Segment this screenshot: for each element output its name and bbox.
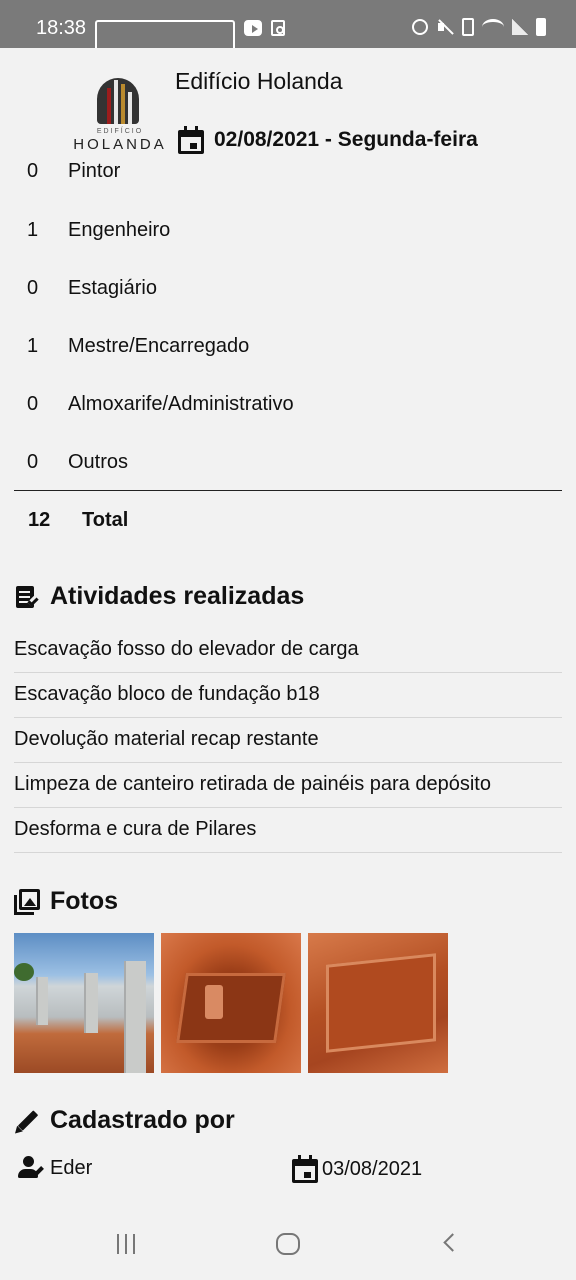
total-divider — [14, 490, 562, 491]
calendar-icon — [292, 1155, 318, 1183]
battery-saver-icon — [462, 18, 474, 36]
staff-total-label: Total — [82, 509, 129, 531]
logo-subtitle: EDIFÍCIO — [96, 128, 144, 135]
logo-name: HOLANDA — [73, 136, 167, 153]
pencil-icon — [12, 1108, 40, 1136]
photo-thumbnail[interactable] — [161, 933, 301, 1073]
staff-row: 0 Pintor — [0, 160, 576, 186]
staff-total-qty: 12 — [28, 509, 51, 531]
assignment-check-icon — [14, 584, 40, 610]
photo-gallery — [14, 933, 448, 1073]
activities-title: Atividades realizadas — [50, 582, 305, 610]
staff-qty: 1 — [27, 335, 39, 357]
calendar-icon — [178, 126, 204, 154]
photos-title: Fotos — [50, 887, 119, 915]
staff-qty: 0 — [27, 160, 39, 182]
staff-role: Outros — [68, 451, 129, 473]
list-item: Limpeza de canteiro retirada de painéis … — [14, 763, 562, 808]
registered-date-value: 03/08/2021 — [322, 1157, 423, 1180]
status-time: 18:38 — [36, 17, 87, 39]
staff-row: 0 Almoxarife/Administrativo — [0, 393, 576, 451]
recent-apps-icon[interactable] — [117, 1234, 137, 1254]
list-item: Desforma e cura de Pilares — [14, 808, 562, 853]
back-icon[interactable] — [443, 1233, 462, 1252]
list-item: Escavação fosso do elevador de carga — [14, 628, 562, 673]
battery-icon — [536, 18, 546, 36]
youtube-notification-icon — [244, 20, 262, 36]
mute-icon — [436, 18, 454, 36]
home-icon[interactable] — [276, 1233, 300, 1255]
registered-date: 03/08/2021 — [292, 1155, 422, 1183]
staff-row: 0 Estagiário — [0, 277, 576, 335]
photo-library-icon — [14, 888, 40, 915]
logo-mark — [97, 78, 139, 124]
staff-qty: 0 — [27, 277, 39, 299]
list-item: Escavação bloco de fundação b18 — [14, 673, 562, 718]
signal-icon — [512, 19, 528, 35]
photo-thumbnail[interactable] — [308, 933, 448, 1073]
report-date-text: 02/08/2021 - Segunda-feira — [214, 128, 478, 151]
list-item: Devolução material recap restante — [14, 718, 562, 763]
staff-qty: 1 — [27, 219, 39, 241]
staff-qty: 0 — [27, 451, 39, 473]
photos-heading: Fotos — [14, 887, 118, 916]
staff-row: 1 Engenheiro — [0, 219, 576, 277]
project-logo: EDIFÍCIO HOLANDA — [70, 72, 170, 156]
staff-role: Mestre/Encarregado — [68, 335, 250, 357]
staff-role: Pintor — [68, 160, 121, 182]
staff-role: Almoxarife/Administrativo — [68, 393, 294, 415]
registered-user-name: Eder — [50, 1156, 93, 1179]
activities-heading: Atividades realizadas — [14, 582, 304, 611]
app-header: EDIFÍCIO HOLANDA Edifício Holanda 02/08/… — [0, 48, 576, 160]
staff-row: 1 Mestre/Encarregado — [0, 335, 576, 393]
staff-role: Engenheiro — [68, 219, 171, 241]
project-title: Edifício Holanda — [175, 68, 343, 94]
staff-qty: 0 — [27, 393, 39, 415]
alarm-icon — [412, 19, 428, 35]
navigation-bar — [0, 1210, 576, 1280]
app-notification-icon — [271, 20, 285, 36]
wifi-icon — [482, 19, 504, 35]
photo-thumbnail[interactable] — [14, 933, 154, 1073]
registered-info: Eder 03/08/2021 — [18, 1155, 558, 1185]
staff-role: Estagiário — [68, 277, 157, 299]
report-date: 02/08/2021 - Segunda-feira — [178, 126, 478, 154]
registered-title: Cadastrado por — [50, 1106, 235, 1134]
user-edit-icon — [18, 1155, 46, 1181]
status-bar: 18:38 — [0, 0, 576, 160]
system-icons — [412, 18, 546, 36]
registered-heading: Cadastrado por — [12, 1106, 235, 1136]
activity-list: Escavação fosso do elevador de carga Esc… — [14, 628, 562, 853]
staff-row: 0 Outros — [0, 451, 576, 509]
registered-user: Eder — [18, 1155, 92, 1181]
